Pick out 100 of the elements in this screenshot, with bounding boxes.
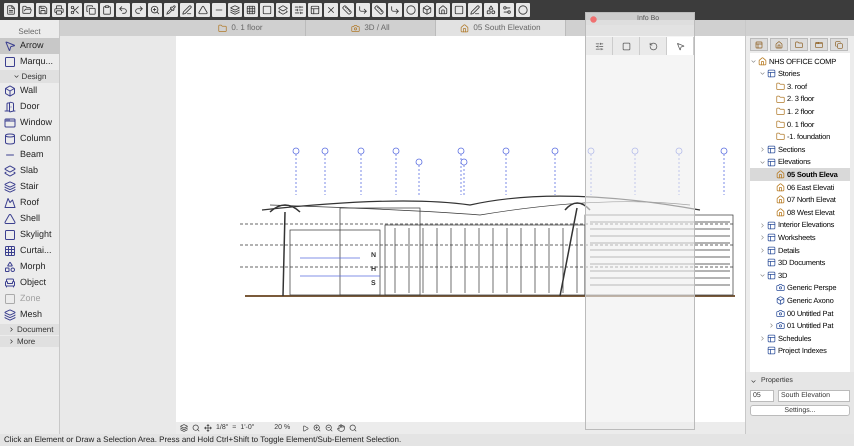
toolbar-button[interactable] [516,3,530,17]
camera-icon [351,24,360,32]
camera-icon [776,283,785,292]
tool-item[interactable]: Skylight [0,227,59,243]
tool-item[interactable]: Marqu... [0,54,59,70]
toolbar-button[interactable] [340,3,354,17]
toolbar-button[interactable] [292,3,306,17]
tool-icon [54,5,64,15]
tool-icon [70,5,80,15]
info-box-tool[interactable] [586,37,613,55]
tool-icon [166,5,176,15]
navigator-tab[interactable] [790,38,808,51]
toolbar-button[interactable] [308,3,322,17]
info-box-tool[interactable] [667,37,694,55]
toolbar-button[interactable] [100,3,114,17]
tool-icon [134,5,144,15]
tool-icon [486,5,496,15]
object-icon [4,277,16,289]
toolbar-button[interactable] [228,3,242,17]
toolbar-button[interactable] [500,3,514,17]
search-icon[interactable] [192,424,200,432]
tool-icon [390,5,400,15]
zoom-out-icon[interactable] [325,424,334,432]
navigator-icon [815,40,823,48]
info-box-tool[interactable] [640,37,667,55]
tool-item[interactable]: Mesh [0,307,59,323]
toolbar-button[interactable] [436,3,450,17]
navigator-tab[interactable] [750,38,768,51]
toolbar-button[interactable] [452,3,466,17]
info-box-tool[interactable] [613,37,640,55]
move-icon[interactable] [204,424,212,432]
toolbar-button[interactable] [180,3,194,17]
hand-icon[interactable] [337,424,346,432]
toolbar-button[interactable] [484,3,498,17]
navigator-tab[interactable] [770,38,788,51]
tool-icon [518,5,528,15]
toolbar-button[interactable] [276,3,290,17]
tool-item[interactable]: Window [0,115,59,131]
tool-icon [102,5,112,15]
toolbar-button[interactable] [404,3,418,17]
toolbar-button[interactable] [420,3,434,17]
toolbar-button[interactable] [244,3,258,17]
status-bar: Click an Element or Draw a Selection Area. Press and Hold Ctrl+Shift to Toggle Element/Sub-Element Selection. [0,434,854,446]
toolbar-button[interactable] [132,3,146,17]
toolbar-button[interactable] [324,3,338,17]
tool-item[interactable]: Roof [0,195,59,211]
tool-icon [182,5,192,15]
tool-icon [422,5,432,15]
tool-item[interactable]: Object [0,275,59,291]
tool-icon [342,5,352,15]
toolbar-button[interactable] [356,3,370,17]
toolbar-button[interactable] [212,3,226,17]
tool-item[interactable]: Curtai... [0,243,59,259]
navigator-tab[interactable] [830,38,848,51]
navigator-tab[interactable] [810,38,828,51]
play-icon[interactable] [302,424,310,432]
view-tab[interactable]: 05 South Elevation [436,20,566,36]
toolbar-button[interactable] [52,3,66,17]
toolbar-button[interactable] [468,3,482,17]
toolbar-button[interactable] [388,3,402,17]
tool-item[interactable]: Wall [0,83,59,99]
tool-item[interactable]: Slab [0,163,59,179]
navigator-icon [795,40,803,48]
tool-icon [246,5,256,15]
tool-item[interactable]: Shell [0,211,59,227]
rotate-icon [648,42,658,50]
toolbar-button[interactable] [4,3,18,17]
tool-icon [230,5,240,15]
arrow-icon [4,40,16,52]
tool-item[interactable]: Beam [0,147,59,163]
tool-icon [150,5,160,15]
tool-icon [406,5,416,15]
section-header[interactable]: More [0,336,59,347]
toolbar-button[interactable] [260,3,274,17]
tool-icon [454,5,464,15]
navigator-icon [755,40,763,48]
layers-icon[interactable] [180,424,188,432]
tool-item[interactable]: Stair [0,179,59,195]
tool-icon [262,5,272,15]
zoom-in-icon[interactable] [313,424,322,432]
toolbar-button[interactable] [148,3,162,17]
tool-item[interactable]: Arrow [0,38,59,54]
toolbar-button[interactable] [196,3,210,17]
toolbar-button[interactable] [20,3,34,17]
tool-icon [326,5,336,15]
window-icon [4,117,16,129]
toolbar-button[interactable] [36,3,50,17]
toolbar-button[interactable] [116,3,130,17]
search-icon[interactable] [349,424,358,432]
toolbar-button[interactable] [84,3,98,17]
toolbar-button[interactable] [68,3,82,17]
tool-item[interactable]: Door [0,99,59,115]
section-header[interactable]: Design [0,70,59,83]
tool-item[interactable]: Morph [0,259,59,275]
tool-icon [294,5,304,15]
toolbar-button[interactable] [164,3,178,17]
section-header[interactable]: Document [0,324,59,335]
toolbar-button[interactable] [372,3,386,17]
tool-item[interactable]: Column [0,131,59,147]
tool-icon [374,5,384,15]
